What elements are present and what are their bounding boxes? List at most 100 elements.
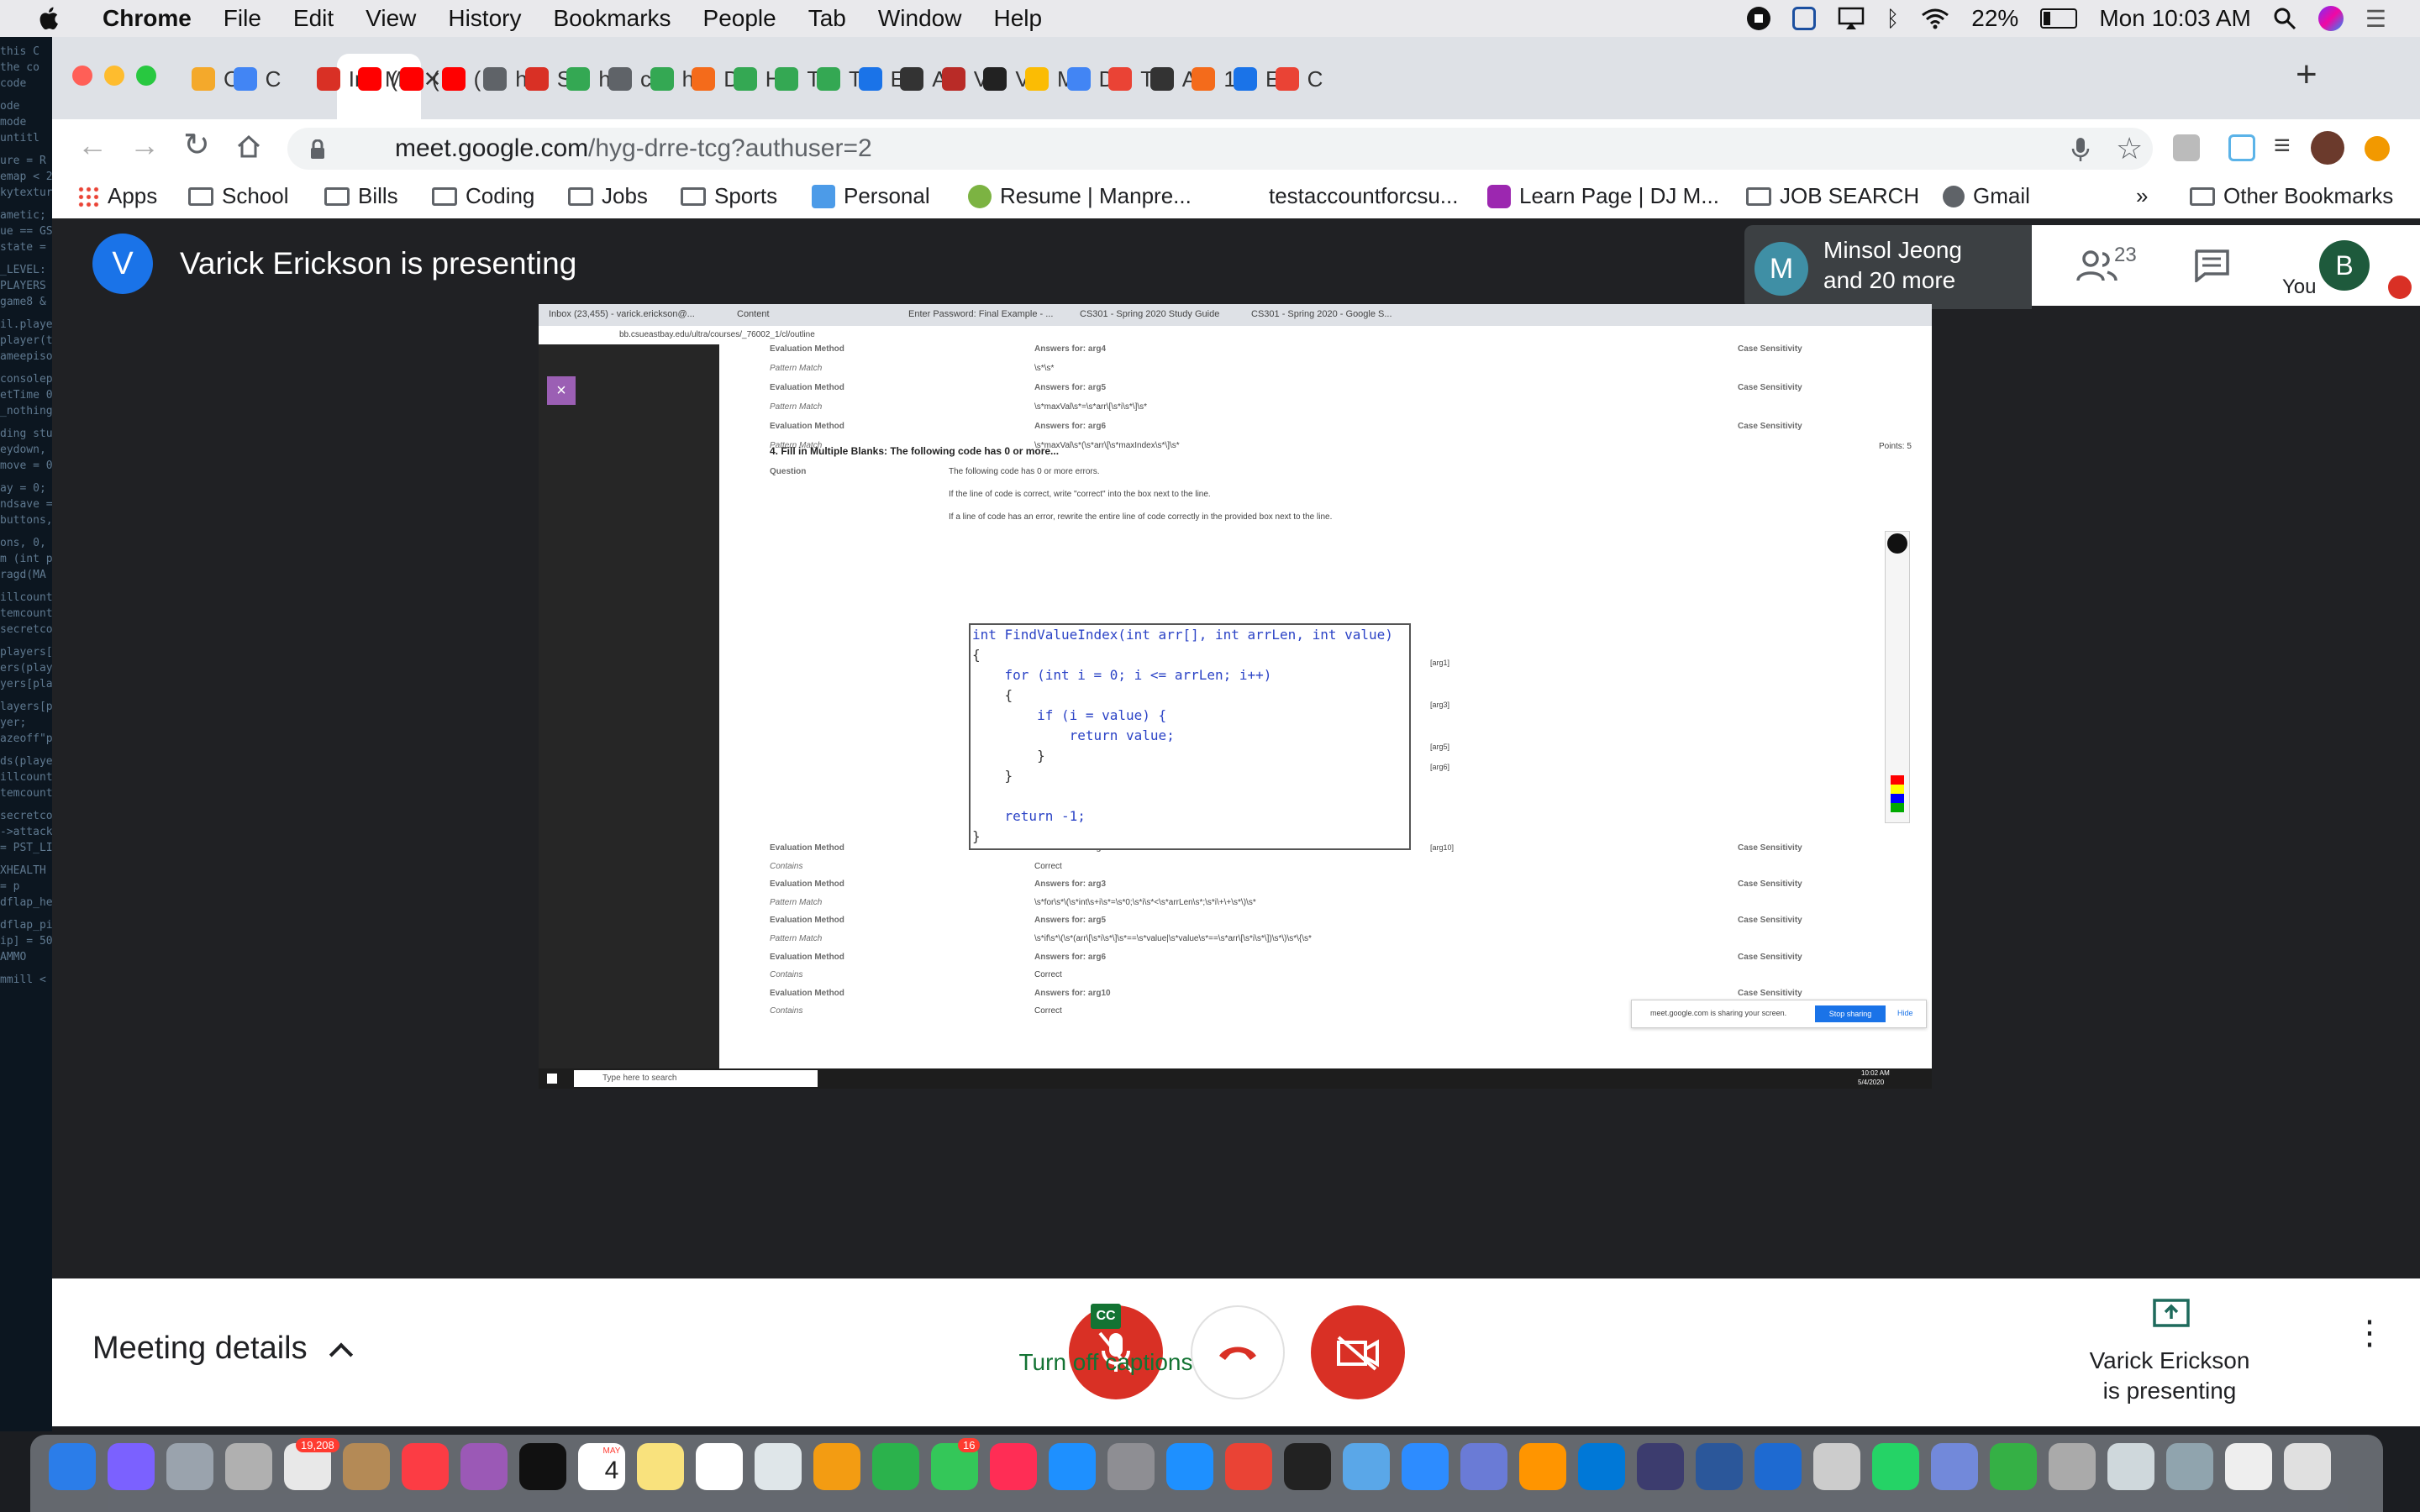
- bookmark-sports[interactable]: Sports: [681, 183, 777, 209]
- browser-tab[interactable]: h: [650, 60, 694, 97]
- media-control-icon[interactable]: ≡: [2274, 129, 2291, 162]
- window-close-button[interactable]: [72, 66, 92, 86]
- microphone-icon[interactable]: [2070, 136, 2091, 163]
- menu-bookmarks[interactable]: Bookmarks: [553, 5, 671, 32]
- browser-tab[interactable]: A: [1150, 60, 1197, 97]
- turn-off-captions-button[interactable]: CC Turn off captions: [997, 1304, 1215, 1396]
- dock-app-icon[interactable]: [1872, 1443, 1919, 1490]
- menu-history[interactable]: History: [448, 5, 521, 32]
- dock-app-icon[interactable]: [1637, 1443, 1684, 1490]
- dock-app-icon[interactable]: [108, 1443, 155, 1490]
- browser-tab[interactable]: 1: [1192, 60, 1236, 97]
- browser-tab[interactable]: (: [400, 60, 439, 97]
- browser-tab[interactable]: A: [900, 60, 947, 97]
- dock-app-icon[interactable]: [990, 1443, 1037, 1490]
- browser-tab[interactable]: (: [358, 60, 397, 97]
- bookmark-gmail[interactable]: Gmail: [1943, 183, 2030, 209]
- bookmark-testaccount[interactable]: testaccountforcsu...: [1269, 183, 1458, 209]
- dock-app-icon[interactable]: [1049, 1443, 1096, 1490]
- browser-tab[interactable]: T: [817, 60, 862, 97]
- menu-file[interactable]: File: [224, 5, 261, 32]
- dock-app-icon[interactable]: [1225, 1443, 1272, 1490]
- back-button[interactable]: ←: [77, 128, 108, 163]
- bookmark-resume[interactable]: Resume | Manpre...: [968, 183, 1192, 209]
- siri-icon[interactable]: [2317, 6, 2344, 31]
- browser-tab[interactable]: D: [1066, 60, 1114, 97]
- browser-tab[interactable]: S: [524, 60, 571, 97]
- dock-app-icon[interactable]: [1754, 1443, 1802, 1490]
- dock-app-icon[interactable]: [460, 1443, 508, 1490]
- browser-tab[interactable]: E: [1234, 60, 1280, 97]
- menu-edit[interactable]: Edit: [293, 5, 334, 32]
- dock-app-icon[interactable]: [1990, 1443, 2037, 1490]
- reload-button[interactable]: ↻: [183, 126, 210, 164]
- dock-app-icon[interactable]: [519, 1443, 566, 1490]
- bookmark-job-search[interactable]: JOB SEARCH: [1746, 183, 1919, 209]
- bookmark-bills[interactable]: Bills: [324, 183, 398, 209]
- browser-tab[interactable]: h: [483, 60, 528, 97]
- participant-tile[interactable]: M Minsol Jeong and 20 more: [1744, 225, 2032, 309]
- browser-tab[interactable]: T: [775, 60, 820, 97]
- meeting-details-button[interactable]: Meeting details: [92, 1331, 354, 1367]
- dock-app-icon[interactable]: [343, 1443, 390, 1490]
- dock-app-icon[interactable]: [1402, 1443, 1449, 1490]
- browser-tab[interactable]: D: [692, 60, 739, 97]
- dock-app-icon[interactable]: [1460, 1443, 1507, 1490]
- browser-tab[interactable]: C: [233, 60, 281, 97]
- dock-app-icon[interactable]: [1931, 1443, 1978, 1490]
- apple-icon[interactable]: [35, 4, 64, 33]
- dock-app-icon[interactable]: [1343, 1443, 1390, 1490]
- dock-app-icon[interactable]: [2225, 1443, 2272, 1490]
- update-icon[interactable]: [2365, 136, 2390, 161]
- window-zoom-button[interactable]: [136, 66, 156, 86]
- bookmark-star-icon[interactable]: ☆: [2116, 131, 2143, 166]
- dock-app-icon[interactable]: [1519, 1443, 1566, 1490]
- bookmark-other-bookmarks[interactable]: Other Bookmarks: [2190, 183, 2393, 209]
- dock-app-icon[interactable]: [637, 1443, 684, 1490]
- bookmark-jobs[interactable]: Jobs: [568, 183, 648, 209]
- clock[interactable]: Mon 10:03 AM: [2099, 5, 2251, 32]
- dock-app-icon[interactable]: [1813, 1443, 1860, 1490]
- dock-app-icon[interactable]: [1107, 1443, 1155, 1490]
- browser-tab[interactable]: c: [608, 60, 651, 97]
- wifi-icon[interactable]: [1921, 8, 1949, 29]
- dock-app-icon[interactable]: [813, 1443, 860, 1490]
- bookmark-learn-page[interactable]: Learn Page | DJ M...: [1487, 183, 1719, 209]
- presentation-status[interactable]: Varick Erickson is presenting: [2069, 1299, 2270, 1416]
- menu-app-name[interactable]: Chrome: [103, 5, 192, 32]
- browser-tab[interactable]: C: [192, 60, 239, 97]
- dock-app-icon[interactable]: [1166, 1443, 1213, 1490]
- dock-app-icon[interactable]: [225, 1443, 272, 1490]
- bookmark-apps[interactable]: Apps: [77, 183, 157, 209]
- notification-center-icon[interactable]: ☰: [2365, 5, 2386, 33]
- menu-tab[interactable]: Tab: [808, 5, 846, 32]
- dock-app-icon[interactable]: [696, 1443, 743, 1490]
- teamviewer-icon[interactable]: [1791, 7, 1816, 30]
- battery-icon[interactable]: [2040, 8, 2078, 29]
- browser-tab[interactable]: V: [983, 60, 1030, 97]
- airplay-icon[interactable]: [1838, 7, 1865, 30]
- menu-window[interactable]: Window: [878, 5, 962, 32]
- dock-app-icon[interactable]: [872, 1443, 919, 1490]
- bookmarks-overflow-button[interactable]: »: [2136, 183, 2148, 209]
- people-icon[interactable]: [2075, 249, 2119, 282]
- browser-tab[interactable]: T: [1108, 60, 1154, 97]
- dock-app-icon[interactable]: [402, 1443, 449, 1490]
- extension-icon-1[interactable]: [2173, 134, 2200, 161]
- forward-button[interactable]: →: [129, 128, 160, 163]
- browser-tab[interactable]: h: [566, 60, 611, 97]
- browser-tab[interactable]: H: [733, 60, 781, 97]
- menu-view[interactable]: View: [366, 5, 416, 32]
- browser-tab[interactable]: V: [941, 60, 988, 97]
- dock-app-icon[interactable]: [2107, 1443, 2154, 1490]
- browser-tab[interactable]: E: [858, 60, 905, 97]
- browser-tab[interactable]: (: [441, 60, 481, 97]
- dock-app-icon[interactable]: [2284, 1443, 2331, 1490]
- stop-record-icon[interactable]: [1746, 7, 1770, 30]
- browser-tab[interactable]: Ir: [316, 60, 362, 97]
- bookmark-school[interactable]: School: [188, 183, 289, 209]
- bookmark-personal[interactable]: Personal: [812, 183, 930, 209]
- extension-icon-2[interactable]: [2228, 134, 2255, 161]
- dock-app-icon[interactable]: [49, 1443, 96, 1490]
- chat-icon[interactable]: [2193, 249, 2230, 282]
